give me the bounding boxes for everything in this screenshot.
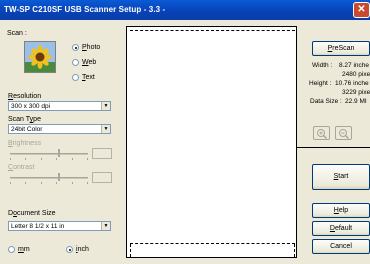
scan-type-select[interactable]: 24bit Color ▼ — [8, 124, 111, 134]
scan-type-label: Scan Type — [8, 116, 41, 123]
data-size-label: Data Size : — [310, 98, 342, 105]
document-size-select[interactable]: Letter 8 1/2 x 11 in ▼ — [8, 221, 111, 231]
scan-web-label: Web — [82, 59, 97, 66]
zoom-in-icon — [317, 129, 328, 139]
scan-text-radio[interactable] — [72, 74, 79, 81]
zoom-in-button[interactable] — [313, 126, 330, 140]
brightness-value-box[interactable] — [92, 148, 112, 159]
contrast-slider-thumb[interactable] — [58, 173, 60, 181]
scan-label: Scan : — [7, 30, 27, 37]
scan-position-line — [297, 147, 370, 148]
unit-mm-label: mm — [18, 246, 30, 253]
chevron-down-icon: ▼ — [101, 125, 110, 133]
unit-mm-radio[interactable] — [8, 246, 15, 253]
close-button[interactable]: ✕ — [353, 2, 370, 18]
scan-photo-label: Photo — [82, 44, 101, 51]
help-button[interactable]: Help — [312, 203, 370, 218]
scan-area-left-border — [130, 244, 131, 257]
contrast-slider[interactable] — [10, 177, 88, 179]
scan-web-radio[interactable] — [72, 59, 79, 66]
width-pixel-value: 2480 pixel — [342, 71, 370, 78]
chevron-down-icon: ▼ — [101, 222, 110, 230]
zoom-out-icon — [339, 129, 350, 139]
height-pixel-value: 3229 pixel — [342, 89, 370, 96]
document-size-value: Letter 8 1/2 x 11 in — [11, 223, 65, 230]
window-title: TW-SP C210SF USB Scanner Setup - 3.3 - — [4, 5, 166, 14]
scan-area-right-border — [294, 244, 295, 257]
scan-preview-area[interactable] — [126, 26, 297, 258]
prescan-button[interactable]: PreScan — [312, 41, 370, 56]
default-button[interactable]: Default — [312, 221, 370, 236]
width-label: Width : — [312, 62, 333, 69]
brightness-slider-thumb[interactable] — [58, 149, 60, 157]
scan-area-bottom-border — [130, 243, 295, 244]
title-bar: TW-SP C210SF USB Scanner Setup - 3.3 - ✕ — [0, 0, 370, 20]
scan-text-label: Text — [82, 74, 95, 81]
brightness-slider[interactable] — [10, 153, 88, 155]
brightness-label: Brightness — [8, 140, 42, 147]
chevron-down-icon: ▼ — [101, 102, 110, 110]
scan-type-value: 24bit Color — [11, 126, 43, 133]
resolution-value: 300 x 300 dpi — [11, 103, 51, 110]
document-size-label: Document Size — [8, 210, 56, 217]
close-icon: ✕ — [357, 4, 366, 15]
contrast-ticks — [10, 182, 88, 185]
zoom-out-button[interactable] — [335, 126, 352, 140]
resolution-label: Resolution — [8, 93, 42, 100]
unit-inch-radio[interactable] — [66, 246, 73, 253]
scan-area-top-border — [130, 30, 295, 31]
cancel-button[interactable]: Cancel — [312, 239, 370, 254]
start-button[interactable]: Start — [312, 164, 370, 190]
data-size-value: 22.9 MI — [345, 98, 367, 105]
height-inch-value: 10.76 inche — [335, 80, 369, 87]
height-label: Height : — [309, 80, 332, 87]
scan-photo-radio[interactable] — [72, 44, 79, 51]
resolution-select[interactable]: 300 x 300 dpi ▼ — [8, 101, 111, 111]
contrast-label: Contrast — [8, 164, 35, 171]
contrast-value-box[interactable] — [92, 172, 112, 183]
scan-mode-preview-image — [24, 41, 56, 73]
unit-inch-label: inch — [76, 246, 89, 253]
brightness-ticks — [10, 158, 88, 161]
width-inch-value: 8.27 inche — [339, 62, 369, 69]
